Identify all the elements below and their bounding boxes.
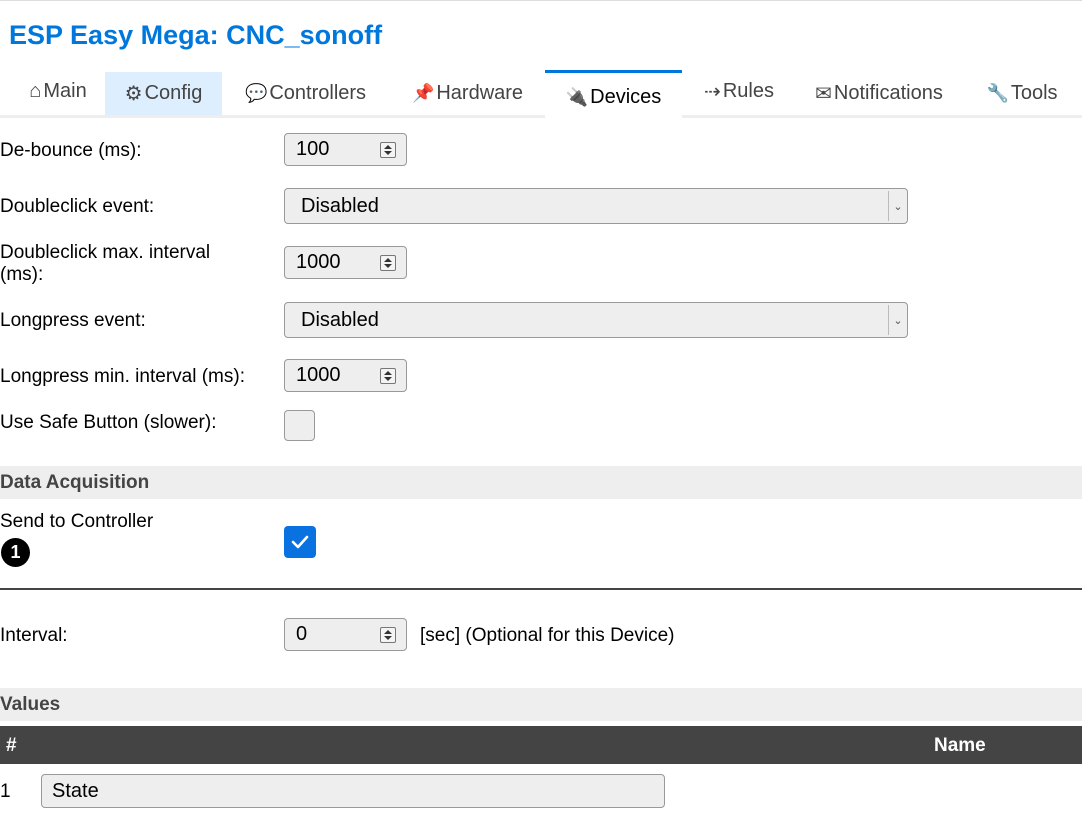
safe-button-checkbox[interactable]: [284, 410, 315, 441]
tab-label: Tools: [1010, 82, 1058, 104]
app-title: ESP Easy Mega: CNC_sonoff: [9, 20, 383, 50]
values-table-header: # Name: [0, 726, 1082, 764]
spinner-icon[interactable]: [380, 627, 396, 643]
tab-bar: ⌂ Main ⚙ Config 💬 Controllers 📌 Hardware 🔌 De…: [0, 70, 1082, 121]
tab-label: Hardware: [436, 82, 524, 104]
interval-label: Interval:: [0, 625, 68, 646]
tab-main[interactable]: ⌂ Main: [18, 70, 98, 113]
longpress-value: Disabled: [301, 308, 379, 331]
longpress-interval-value: 1000: [296, 364, 341, 386]
longpress-select[interactable]: Disabled ⌄: [284, 302, 908, 338]
doubleclick-interval-input[interactable]: 1000: [284, 246, 407, 279]
tab-label: Main: [43, 80, 87, 102]
tab-devices[interactable]: 🔌 Devices: [545, 70, 682, 121]
doubleclick-label: Doubleclick event:: [0, 196, 155, 217]
tab-tools[interactable]: 🔧 Tools: [974, 72, 1070, 115]
gear-icon: ⚙: [124, 83, 143, 105]
doubleclick-select[interactable]: Disabled ⌄: [284, 188, 908, 224]
label-line: (ms):: [0, 264, 44, 285]
interval-value: 0: [296, 623, 308, 645]
section-title: Data Acquisition: [0, 471, 150, 493]
arrow-right-icon: ⇢: [704, 81, 721, 103]
value-name-input[interactable]: State: [41, 774, 665, 808]
debounce-value: 100: [296, 138, 330, 160]
longpress-interval-label: Longpress min. interval (ms):: [0, 366, 245, 387]
tab-label: Config: [144, 82, 203, 104]
tab-label: Controllers: [269, 82, 367, 104]
pushpin-icon: 📌: [411, 83, 435, 103]
tab-bar-baseline: [0, 115, 1082, 118]
interval-suffix: [sec] (Optional for this Device): [420, 625, 675, 646]
debounce-label: De-bounce (ms):: [0, 140, 142, 161]
tab-label: Devices: [590, 85, 662, 108]
column-header-name: Name: [934, 735, 986, 756]
plug-icon: 🔌: [565, 86, 589, 107]
top-border: [0, 0, 1082, 1]
spinner-icon[interactable]: [380, 142, 396, 158]
spinner-icon[interactable]: [380, 368, 396, 384]
speech-bubble-icon: 💬: [244, 83, 268, 103]
divider: [0, 588, 1082, 590]
send-to-controller-label: Send to Controller: [0, 511, 154, 532]
section-data-acquisition: Data Acquisition: [0, 466, 1082, 499]
chevron-down-icon: ⌄: [888, 191, 907, 221]
longpress-label: Longpress event:: [0, 310, 146, 331]
interval-input[interactable]: 0: [284, 618, 407, 651]
tab-hardware[interactable]: 📌 Hardware: [400, 72, 535, 115]
envelope-icon: ✉: [815, 83, 832, 105]
tab-rules[interactable]: ⇢ Rules: [694, 70, 784, 113]
home-icon: ⌂: [29, 80, 42, 102]
tab-config[interactable]: ⚙ Config: [105, 72, 222, 115]
tab-notifications[interactable]: ✉ Notifications: [804, 72, 954, 115]
doubleclick-interval-value: 1000: [296, 251, 341, 273]
spinner-icon[interactable]: [380, 255, 396, 271]
column-header-index: #: [6, 735, 17, 756]
send-to-controller-checkbox[interactable]: [284, 526, 316, 558]
section-title: Values: [0, 693, 61, 715]
safe-button-label: Use Safe Button (slower):: [0, 412, 217, 433]
doubleclick-value: Disabled: [301, 194, 379, 217]
wrench-icon: 🔧: [986, 83, 1009, 103]
tab-label: Notifications: [833, 82, 943, 104]
tab-controllers[interactable]: 💬 Controllers: [234, 72, 377, 115]
value-row-index: 1: [0, 781, 11, 802]
section-values: Values: [0, 688, 1082, 721]
chevron-down-icon: ⌄: [888, 305, 907, 335]
debounce-input[interactable]: 100: [284, 133, 407, 166]
tab-label: Rules: [722, 80, 774, 102]
doubleclick-interval-label: Doubleclick max. interval (ms):: [0, 242, 210, 286]
note-number-badge: 1: [1, 538, 30, 567]
label-line: Doubleclick max. interval: [0, 242, 211, 263]
checkmark-icon: [291, 535, 309, 549]
value-name: State: [52, 779, 99, 802]
longpress-interval-input[interactable]: 1000: [284, 359, 407, 392]
